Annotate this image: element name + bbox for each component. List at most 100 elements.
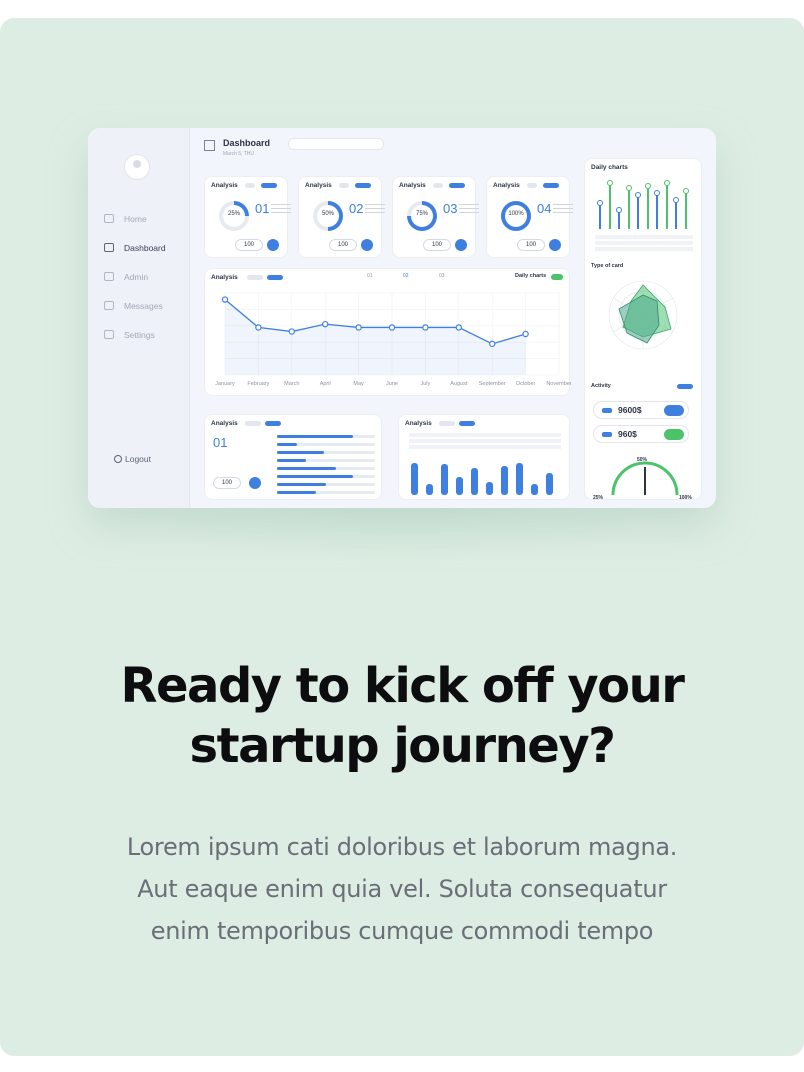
filter-pill[interactable] bbox=[339, 183, 349, 188]
search-input[interactable] bbox=[288, 138, 384, 150]
bar-chart-panel: Analysis bbox=[398, 414, 570, 500]
toggle-switch[interactable] bbox=[664, 404, 684, 416]
text-lines bbox=[459, 204, 479, 216]
filter-pill[interactable] bbox=[245, 183, 255, 188]
value-button[interactable]: 100 bbox=[235, 239, 263, 251]
filter-pill[interactable] bbox=[677, 384, 693, 389]
analysis-card: Analysis 100% 04 100 bbox=[486, 176, 573, 258]
arrow-button[interactable] bbox=[361, 239, 373, 251]
filter-pill[interactable] bbox=[543, 183, 559, 188]
logout-label: Logout bbox=[125, 454, 151, 464]
gauge bbox=[611, 461, 679, 496]
page-date: March 5, THU bbox=[223, 151, 255, 157]
daily-bar-marker bbox=[625, 185, 632, 192]
sidebar: Home Dashboard Admin Messages Settings L… bbox=[88, 128, 190, 508]
filter-pill[interactable] bbox=[439, 421, 455, 426]
analysis-card: Analysis 75% 03 100 bbox=[392, 176, 479, 258]
value-button[interactable]: 100 bbox=[329, 239, 357, 251]
avatar bbox=[124, 154, 150, 180]
progress-track bbox=[277, 491, 375, 494]
bar bbox=[531, 484, 538, 495]
progress-track bbox=[277, 483, 375, 486]
card-icon bbox=[602, 431, 612, 437]
filter-pill[interactable] bbox=[355, 183, 371, 188]
sidebar-item-dashboard[interactable]: Dashboard bbox=[104, 233, 166, 262]
filter-pill[interactable] bbox=[449, 183, 465, 188]
stat-row[interactable]: 960$ bbox=[593, 425, 689, 443]
power-icon bbox=[114, 455, 122, 463]
card-title: Analysis bbox=[305, 182, 332, 189]
daily-bar bbox=[673, 197, 679, 229]
page-title: Dashboard bbox=[223, 138, 271, 148]
panel-title: Analysis bbox=[405, 420, 432, 427]
value-button[interactable]: 100 bbox=[213, 477, 241, 489]
daily-bar bbox=[654, 190, 660, 229]
sidebar-item-label: Settings bbox=[124, 329, 155, 340]
sidebar-item-settings[interactable]: Settings bbox=[104, 320, 166, 349]
bar bbox=[471, 468, 478, 495]
arrow-button[interactable] bbox=[455, 239, 467, 251]
progress-donut: 50% bbox=[313, 201, 343, 231]
filter-pill[interactable] bbox=[261, 183, 277, 188]
headline: Ready to kick off your startup journey? bbox=[0, 656, 804, 776]
card-number: 03 bbox=[443, 201, 458, 216]
stat-row[interactable]: 9600$ bbox=[593, 401, 689, 419]
daily-bar bbox=[635, 192, 641, 229]
mini-table bbox=[409, 433, 561, 449]
daily-bars bbox=[597, 177, 695, 229]
filter-pill[interactable] bbox=[265, 421, 281, 426]
bar bbox=[426, 484, 433, 495]
description-line: Lorem ipsum cati doloribus et laborum ma… bbox=[126, 833, 678, 861]
filter-pill[interactable] bbox=[459, 421, 475, 426]
daily-bar-marker bbox=[597, 199, 603, 206]
arrow-button[interactable] bbox=[267, 239, 279, 251]
bar bbox=[486, 482, 493, 495]
x-tick-label: August bbox=[450, 381, 468, 387]
daily-bar bbox=[644, 182, 651, 229]
progress-fill bbox=[277, 491, 317, 494]
filter-pill[interactable] bbox=[527, 183, 537, 188]
gauge-min: 25% bbox=[593, 495, 604, 501]
radar-chart bbox=[608, 280, 678, 350]
filter-pill[interactable] bbox=[245, 421, 261, 426]
arrow-button[interactable] bbox=[549, 239, 561, 251]
gauge-mid: 50% bbox=[637, 457, 648, 463]
daily-bar-marker bbox=[616, 206, 622, 213]
toggle-switch[interactable] bbox=[664, 428, 684, 440]
bar bbox=[441, 464, 448, 495]
logout-button[interactable]: Logout bbox=[114, 454, 151, 464]
data-point bbox=[355, 324, 362, 331]
sidebar-item-home[interactable]: Home bbox=[104, 204, 166, 233]
sidebar-item-admin[interactable]: Admin bbox=[104, 262, 166, 291]
daily-bar bbox=[616, 206, 622, 229]
x-tick-label: June bbox=[386, 381, 398, 387]
arrow-button[interactable] bbox=[249, 477, 261, 489]
user-icon bbox=[104, 272, 114, 281]
message-icon bbox=[104, 301, 114, 310]
value-button[interactable]: 100 bbox=[423, 239, 451, 251]
daily-bar-marker bbox=[673, 197, 679, 204]
daily-bar bbox=[682, 187, 689, 229]
headline-line: startup journey? bbox=[189, 718, 616, 774]
daily-bar-marker bbox=[606, 180, 613, 187]
analysis-card: Analysis 25% 01 100 bbox=[204, 176, 291, 258]
series-area bbox=[225, 299, 526, 375]
sidebar-item-messages[interactable]: Messages bbox=[104, 291, 166, 320]
progress-track bbox=[277, 435, 375, 438]
gear-icon bbox=[104, 330, 114, 339]
data-point bbox=[388, 324, 396, 331]
text-lines bbox=[271, 204, 291, 216]
filter-pill[interactable] bbox=[433, 183, 443, 188]
vertical-bars bbox=[411, 455, 561, 495]
data-point bbox=[522, 330, 529, 338]
bar bbox=[516, 462, 523, 495]
daily-bar-marker bbox=[654, 190, 660, 196]
dashboard-mockup: Home Dashboard Admin Messages Settings L… bbox=[88, 128, 716, 508]
data-point bbox=[221, 296, 229, 303]
data-point bbox=[422, 324, 429, 331]
progress-track bbox=[277, 459, 375, 462]
value-button[interactable]: 100 bbox=[517, 239, 545, 251]
bar bbox=[411, 462, 418, 495]
sidebar-item-label: Home bbox=[124, 213, 147, 224]
bar bbox=[501, 466, 508, 495]
